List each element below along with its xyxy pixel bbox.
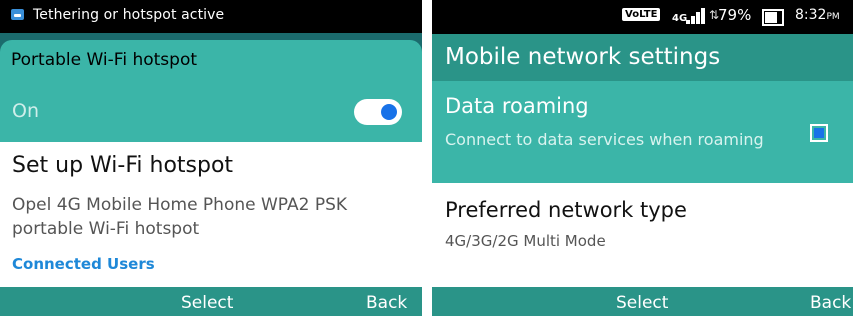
status-bar: Tethering or hotspot active (0, 0, 422, 33)
data-roaming-checkbox[interactable] (810, 124, 828, 142)
preferred-network-title: Preferred network type (445, 198, 687, 222)
toggle-label: On (12, 100, 39, 122)
hotspot-screen: Tethering or hotspot active Portable Wi-… (0, 0, 422, 316)
softkey-bar: Select Back (432, 287, 853, 316)
clock: 8:32PM (795, 7, 840, 23)
toggle-knob (381, 104, 397, 120)
status-notification-text: Tethering or hotspot active (33, 7, 225, 23)
battery-percentage: 79% (718, 6, 752, 24)
clock-time: 8:32 (795, 7, 827, 23)
connected-users-link[interactable]: Connected Users (12, 255, 155, 273)
data-roaming-description: Connect to data services when roaming (445, 130, 764, 149)
data-roaming-title: Data roaming (445, 94, 589, 118)
page-title: Mobile network settings (445, 44, 721, 70)
hotspot-toggle-switch[interactable] (354, 99, 402, 125)
hotspot-toggle-row[interactable]: On (0, 81, 422, 142)
clock-ampm: PM (826, 12, 840, 22)
back-softkey[interactable]: Back (366, 293, 407, 313)
setup-hotspot-description: Opel 4G Mobile Home Phone WPA2 PSK porta… (12, 195, 348, 239)
preferred-network-value: 4G/3G/2G Multi Mode (445, 232, 606, 250)
status-bar: VoLTE 4G ⇅ 79% 8:32PM (432, 0, 853, 34)
volte-badge: VoLTE (622, 8, 661, 21)
signal-strength-icon (686, 8, 706, 24)
hotspot-header: Portable Wi-Fi hotspot (0, 40, 422, 81)
mobile-network-screen: VoLTE 4G ⇅ 79% 8:32PM Mobile network set… (432, 0, 853, 316)
notification-icon (11, 9, 24, 20)
network-type-indicator: 4G (672, 13, 688, 24)
select-softkey[interactable]: Select (181, 293, 233, 313)
page-header: Mobile network settings (432, 34, 853, 81)
checkbox-fill (814, 128, 824, 138)
battery-icon (762, 9, 784, 26)
data-roaming-item[interactable]: Data roaming Connect to data services wh… (432, 81, 853, 183)
setup-hotspot-title: Set up Wi-Fi hotspot (12, 153, 234, 178)
softkey-bar: Select Back (0, 287, 422, 316)
select-softkey[interactable]: Select (616, 293, 668, 313)
back-softkey[interactable]: Back (810, 293, 851, 313)
hotspot-title: Portable Wi-Fi hotspot (11, 50, 198, 70)
